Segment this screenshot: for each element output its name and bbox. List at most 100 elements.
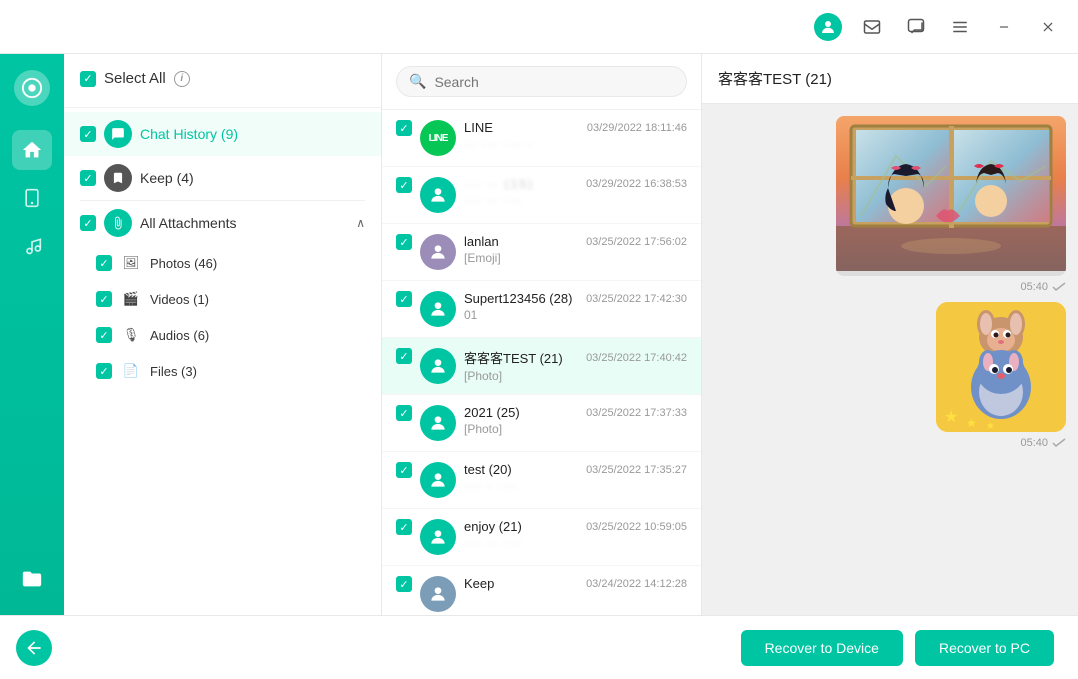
attachments-chevron: ∧ (356, 216, 365, 230)
line-checkbox[interactable]: ✓ (396, 120, 412, 136)
2021-time: 03/25/2022 17:37:33 (586, 407, 687, 419)
sub-item-audios[interactable]: ✓ 🎙 Audios (6) (96, 317, 381, 353)
test21-avatar (420, 348, 456, 384)
chat-item-enjoy[interactable]: ✓ enjoy (21) 03/25/2022 10:59:05 ··· ·· … (382, 509, 701, 566)
lanlan-name: lanlan (464, 234, 499, 249)
videos-checkbox[interactable]: ✓ (96, 291, 112, 307)
back-button[interactable] (16, 630, 52, 666)
keep-icon (104, 164, 132, 192)
nav-item-folder[interactable] (12, 559, 52, 599)
keep-label: Keep (4) (140, 170, 365, 186)
lanlan-checkbox[interactable]: ✓ (396, 234, 412, 250)
select-all-label: Select All (104, 70, 166, 87)
test20-avatar (420, 462, 456, 498)
lanlan-avatar (420, 234, 456, 270)
keep-item-checkbox[interactable]: ✓ (396, 576, 412, 592)
photos-icon: 🖼 (120, 252, 142, 274)
info-icon[interactable]: i (174, 71, 190, 87)
supert-checkbox[interactable]: ✓ (396, 291, 412, 307)
search-input[interactable] (434, 74, 674, 90)
files-label: Files (3) (150, 364, 197, 379)
tree-item-all-attachments[interactable]: ✓ All Attachments ∧ (64, 201, 381, 245)
test20-name: test (20) (464, 462, 512, 477)
svg-text:★: ★ (944, 409, 958, 426)
nav-item-home[interactable] (12, 130, 52, 170)
tree-item-chat-history[interactable]: ✓ Chat History (9) (64, 112, 381, 156)
test20-checkbox[interactable]: ✓ (396, 462, 412, 478)
chat-history-checkbox[interactable]: ✓ (80, 126, 96, 142)
chat-item-supert[interactable]: ✓ Supert123456 (28) 03/25/2022 17:42:30 … (382, 281, 701, 338)
test21-name: 客客客TEST (21) (464, 348, 563, 367)
keep-item-time: 03/24/2022 14:12:28 (586, 578, 687, 590)
nav-sidebar (0, 54, 64, 615)
tree-item-keep[interactable]: ✓ Keep (4) (64, 156, 381, 200)
msg-tick-2 (1052, 436, 1066, 450)
attachments-label: All Attachments (140, 215, 348, 231)
contact2-name: ··· ·· (15) (464, 177, 534, 191)
sub-item-photos[interactable]: ✓ 🖼 Photos (46) (96, 245, 381, 281)
bottom-bar: Recover to Device Recover to PC (0, 615, 1078, 679)
msg-time-row-2: 05:40 (1020, 436, 1066, 450)
recover-pc-button[interactable]: Recover to PC (915, 630, 1054, 666)
nav-item-music[interactable] (12, 226, 52, 266)
chat-item-contact2[interactable]: ✓ ··· ·· (15) 03/29/2022 16:38:53 ··· ··… (382, 167, 701, 224)
enjoy-time: 03/25/2022 10:59:05 (586, 521, 687, 533)
chat-item-keep[interactable]: ✓ Keep 03/24/2022 14:12:28 (382, 566, 701, 615)
chat-item-test21[interactable]: ✓ 客客客TEST (21) 03/25/2022 17:40:42 [Phot… (382, 338, 701, 395)
line-time: 03/29/2022 18:11:46 (587, 122, 687, 134)
test21-content: 客客客TEST (21) 03/25/2022 17:40:42 [Photo] (464, 348, 687, 383)
search-input-wrapper: 🔍 (396, 66, 687, 97)
chat-item-lanlan[interactable]: ✓ lanlan 03/25/2022 17:56:02 [Emoji] (382, 224, 701, 281)
audios-checkbox[interactable]: ✓ (96, 327, 112, 343)
tree-section: ✓ Chat History (9) ✓ Keep (4) (64, 108, 381, 615)
minimize-icon[interactable] (990, 13, 1018, 41)
title-bar (0, 0, 1078, 54)
main-area: ✓ Select All i ✓ Chat History (9) ✓ (0, 54, 1078, 615)
test21-time: 03/25/2022 17:40:42 (586, 352, 687, 364)
line-name-row: LINE 03/29/2022 18:11:46 (464, 120, 687, 135)
sub-item-videos[interactable]: ✓ 🎬 Videos (1) (96, 281, 381, 317)
select-all-checkbox[interactable]: ✓ (80, 71, 96, 87)
test20-content: test (20) 03/25/2022 17:35:27 ··· · ··· (464, 462, 687, 493)
keep-avatar (420, 576, 456, 612)
chat-item-line[interactable]: ✓ LINE LINE 03/29/2022 18:11:46 ·· ··· ·… (382, 110, 701, 167)
nav-item-phone[interactable] (12, 178, 52, 218)
keep-checkbox[interactable]: ✓ (80, 170, 96, 186)
photos-checkbox[interactable]: ✓ (96, 255, 112, 271)
line-name: LINE (464, 120, 493, 135)
user-icon[interactable] (814, 13, 842, 41)
contact2-name-row: ··· ·· (15) 03/29/2022 16:38:53 (464, 177, 687, 191)
search-icon: 🔍 (409, 73, 426, 90)
2021-checkbox[interactable]: ✓ (396, 405, 412, 421)
enjoy-checkbox[interactable]: ✓ (396, 519, 412, 535)
sub-item-files[interactable]: ✓ 📄 Files (3) (96, 353, 381, 389)
svg-text:★: ★ (966, 416, 977, 430)
audios-label: Audios (6) (150, 328, 209, 343)
files-checkbox[interactable]: ✓ (96, 363, 112, 379)
enjoy-name: enjoy (21) (464, 519, 522, 534)
contact2-preview: ··· ·· ··· (464, 193, 687, 207)
chat-item-2021[interactable]: ✓ 2021 (25) 03/25/2022 17:37:33 [Photo] (382, 395, 701, 452)
test21-preview: [Photo] (464, 369, 687, 383)
mail-icon[interactable] (858, 13, 886, 41)
line-preview: ·· ··· ··· · (464, 137, 687, 151)
menu-icon[interactable] (946, 13, 974, 41)
enjoy-preview: ··· ·· ··· (464, 536, 687, 550)
2021-name: 2021 (25) (464, 405, 520, 420)
supert-name: Supert123456 (28) (464, 291, 572, 306)
chat-icon[interactable] (902, 13, 930, 41)
lanlan-content: lanlan 03/25/2022 17:56:02 [Emoji] (464, 234, 687, 265)
close-icon[interactable] (1034, 13, 1062, 41)
test21-checkbox[interactable]: ✓ (396, 348, 412, 364)
audios-icon: 🎙 (120, 324, 142, 346)
2021-name-row: 2021 (25) 03/25/2022 17:37:33 (464, 405, 687, 420)
action-buttons: Recover to Device Recover to PC (741, 630, 1054, 666)
attachments-checkbox[interactable]: ✓ (80, 215, 96, 231)
contact2-checkbox[interactable]: ✓ (396, 177, 412, 193)
recover-device-button[interactable]: Recover to Device (741, 630, 903, 666)
keep-item-name-row: Keep 03/24/2022 14:12:28 (464, 576, 687, 591)
right-title: 客客客TEST (21) (718, 71, 832, 88)
sticker-image: ★ ★ ★ (936, 302, 1066, 432)
chat-item-test20[interactable]: ✓ test (20) 03/25/2022 17:35:27 ··· · ··… (382, 452, 701, 509)
messages-area[interactable]: 05:40 (702, 104, 1078, 615)
